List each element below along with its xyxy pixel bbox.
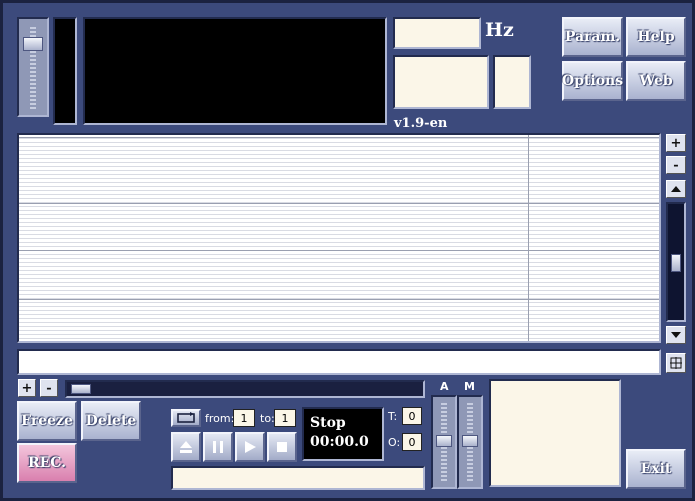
help-button[interactable]: Help [626,17,686,57]
main-window: Hz v1.9-en Param. Help Options Web + - +… [0,0,695,501]
h-zoom-out-button[interactable]: - [40,379,58,397]
exit-button[interactable]: Exit [626,449,686,489]
m-slider-thumb[interactable] [462,435,478,447]
param-button[interactable]: Param. [562,17,623,57]
to-label: to: [260,412,275,425]
t-label: T: [388,410,398,423]
fit-view-button[interactable] [666,353,686,373]
delete-button[interactable]: Delete [81,401,141,441]
input-gain-slider[interactable] [17,17,49,117]
eject-icon [180,441,192,453]
eject-button[interactable] [171,432,201,462]
info-panel [489,379,621,487]
scroll-down-button[interactable] [666,326,686,344]
repeat-button[interactable] [171,409,201,427]
stop-button[interactable] [267,432,297,462]
frequency-field [393,17,481,49]
pause-icon [213,441,223,453]
level-meter [53,17,77,125]
note-field [393,55,489,109]
spectrum-display [83,17,387,125]
rec-button[interactable]: REC. [17,443,77,483]
zoom-out-button[interactable]: - [666,156,686,174]
from-label: from: [205,412,235,425]
horizontal-scrollbar[interactable] [65,380,425,398]
options-button[interactable]: Options [562,61,623,101]
web-button[interactable]: Web [626,61,686,101]
play-button[interactable] [235,432,265,462]
fit-view-icon [670,357,682,369]
repeat-icon [177,412,195,423]
graph-line [19,250,659,251]
zoom-in-button[interactable]: + [666,134,686,152]
a-volume-slider[interactable] [431,395,457,489]
t-field[interactable]: 0 [402,407,422,425]
play-icon [245,441,256,453]
a-slider-thumb[interactable] [436,435,452,447]
transport-status: Stop [310,415,346,431]
hz-label: Hz [485,19,514,41]
notes-field[interactable] [17,349,661,375]
graph-line [19,299,659,300]
m-volume-slider[interactable] [457,395,483,489]
o-label: O: [388,436,401,449]
transport-time: 00:00.0 [310,434,369,450]
octave-field [493,55,531,109]
from-field[interactable]: 1 [233,409,255,427]
graph-line [19,137,659,138]
h-zoom-in-button[interactable]: + [18,379,36,397]
pitch-graph[interactable] [17,133,661,343]
version-label: v1.9-en [394,116,448,131]
triangle-down-icon [671,332,681,338]
progress-field [171,466,425,490]
vertical-scrollbar[interactable] [666,202,686,322]
a-label: A [440,380,449,393]
freeze-button[interactable]: Freeze [17,401,77,441]
scrollbar-thumb[interactable] [671,254,681,272]
graph-line [19,203,659,204]
transport-display: Stop 00:00.0 [302,407,384,461]
slider-thumb[interactable] [23,37,43,51]
o-field[interactable]: 0 [402,433,422,451]
m-label: M [464,380,475,393]
graph-divider [528,135,529,341]
scroll-up-button[interactable] [666,180,686,198]
h-scrollbar-thumb[interactable] [71,384,91,394]
stop-icon [277,442,287,452]
pause-button[interactable] [203,432,233,462]
to-field[interactable]: 1 [274,409,296,427]
triangle-up-icon [671,186,681,192]
